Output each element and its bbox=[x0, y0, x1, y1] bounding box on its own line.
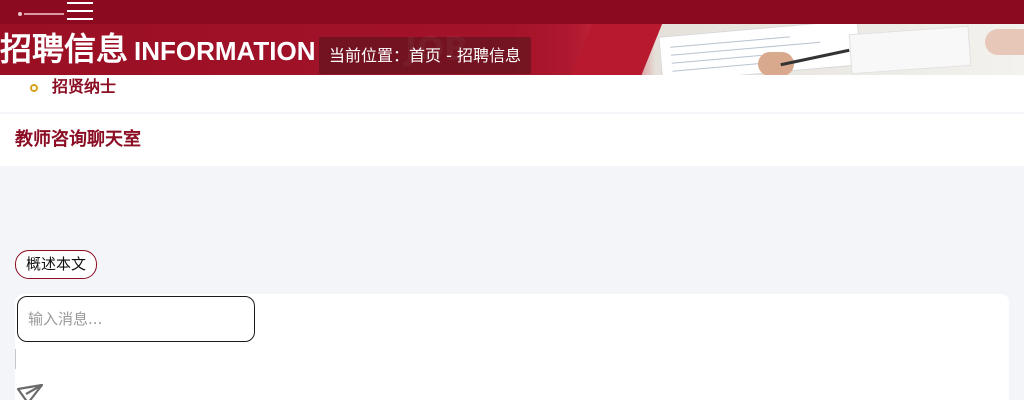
logo-wordmark bbox=[24, 13, 64, 15]
breadcrumb-separator: - bbox=[441, 46, 457, 65]
chat-header: 教师咨询聊天室 bbox=[0, 114, 1024, 166]
sub-nav: 招贤纳士 bbox=[0, 75, 1024, 112]
send-paper-plane-icon[interactable] bbox=[16, 383, 44, 400]
breadcrumb-label: 当前位置： bbox=[329, 46, 410, 65]
chat-title: 教师咨询聊天室 bbox=[15, 129, 141, 150]
message-input[interactable] bbox=[17, 296, 255, 342]
hamburger-menu-icon[interactable] bbox=[67, 0, 93, 22]
summarize-button[interactable]: 概述本文 bbox=[15, 250, 97, 279]
school-logo[interactable] bbox=[18, 12, 64, 16]
top-bar bbox=[0, 0, 1024, 24]
sub-nav-item-recruitment[interactable]: 招贤纳士 bbox=[52, 73, 116, 97]
bullet-icon bbox=[30, 84, 38, 92]
page-title-en: INFORMATION bbox=[134, 36, 316, 66]
breadcrumb: 当前位置：首页 - 招聘信息 bbox=[319, 37, 531, 74]
logo-emblem bbox=[18, 12, 22, 16]
page-title: 招聘信息 INFORMATION bbox=[0, 24, 316, 80]
breadcrumb-current[interactable]: 招聘信息 bbox=[457, 46, 521, 65]
page-title-cn: 招聘信息 bbox=[0, 30, 129, 68]
breadcrumb-home-link[interactable]: 首页 bbox=[409, 46, 441, 65]
divider bbox=[15, 349, 16, 369]
